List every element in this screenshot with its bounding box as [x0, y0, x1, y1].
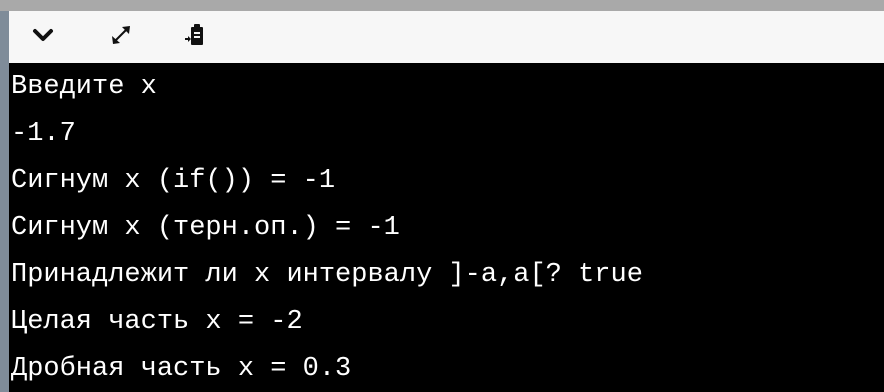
window-left-border [0, 11, 9, 392]
clipboard-icon[interactable] [183, 21, 211, 49]
console-window: Введите x -1.7 Сигнум x (if()) = -1 Сигн… [0, 0, 884, 392]
console-line: Принадлежит ли x интервалу ]-a,a[? true [11, 260, 643, 290]
chevron-down-icon[interactable] [29, 21, 57, 49]
window-top-border [0, 0, 884, 11]
console-line: Дробная часть x = 0.3 [11, 354, 352, 384]
console-line: Введите x [11, 72, 157, 102]
console-output[interactable]: Введите x -1.7 Сигнум x (if()) = -1 Сигн… [9, 63, 884, 392]
console-line: Сигнум x (терн.оп.) = -1 [11, 213, 400, 243]
expand-icon[interactable] [107, 21, 135, 49]
console-line: -1.7 [11, 119, 76, 149]
console-line: Сигнум x (if()) = -1 [11, 166, 336, 196]
console-line: Целая часть x = -2 [11, 307, 303, 337]
console-toolbar [9, 11, 884, 63]
